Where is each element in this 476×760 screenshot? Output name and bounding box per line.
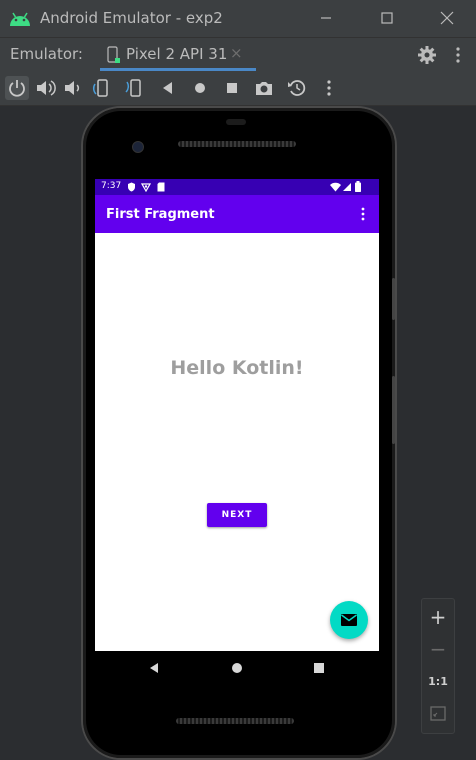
- device-icon: [107, 46, 120, 63]
- minimize-icon[interactable]: [313, 6, 339, 30]
- phone-screen[interactable]: 7:37 First Fragment Hello Kotlin! NEXT: [95, 179, 379, 651]
- gear-icon[interactable]: [416, 44, 438, 66]
- camera-icon[interactable]: [252, 76, 276, 100]
- back-icon[interactable]: [156, 76, 180, 100]
- app-bar: First Fragment: [95, 195, 379, 233]
- nav-back-icon[interactable]: [147, 661, 161, 675]
- email-fab[interactable]: [330, 601, 368, 639]
- overview-icon[interactable]: [220, 76, 244, 100]
- rotate-left-icon[interactable]: [90, 76, 114, 100]
- sensor: [226, 119, 246, 125]
- battery-icon: [355, 181, 361, 192]
- status-bar: 7:37: [95, 179, 379, 195]
- maximize-icon[interactable]: [374, 6, 400, 30]
- shield-icon: [128, 182, 135, 192]
- zoom-fit-button[interactable]: [422, 699, 454, 729]
- status-time: 7:37: [101, 181, 122, 191]
- more-vertical-icon[interactable]: [450, 44, 466, 66]
- zoom-out-button[interactable]: −: [422, 635, 454, 665]
- zoom-one-to-one-button[interactable]: 1:1: [422, 667, 454, 697]
- tab-close-icon[interactable]: ×: [230, 44, 243, 62]
- power-side-button: [392, 278, 395, 320]
- power-icon[interactable]: [5, 76, 29, 100]
- top-speaker: [178, 141, 296, 147]
- tab-pixel-2-api-31[interactable]: Pixel 2 API 31 ×: [100, 38, 256, 71]
- app-bar-title: First Fragment: [106, 207, 215, 222]
- toolbar-more-icon[interactable]: [317, 76, 341, 100]
- snapshot-icon[interactable]: [285, 76, 309, 100]
- fragment-content: Hello Kotlin! NEXT: [95, 233, 379, 651]
- emulator-toolbar: [0, 71, 476, 106]
- nav-overview-icon[interactable]: [312, 661, 326, 675]
- zoom-panel: + − 1:1: [421, 598, 455, 734]
- nav-home-icon[interactable]: [230, 661, 244, 675]
- home-icon[interactable]: [188, 76, 212, 100]
- volume-down-icon[interactable]: [60, 76, 84, 100]
- tab-label: Pixel 2 API 31: [126, 45, 228, 63]
- signal-icon: [343, 183, 351, 191]
- android-icon: [10, 12, 30, 26]
- email-icon: [341, 614, 357, 626]
- next-button[interactable]: NEXT: [207, 503, 267, 527]
- navigation-bar: [95, 651, 379, 685]
- rotate-right-icon[interactable]: [122, 76, 146, 100]
- bottom-speaker: [176, 718, 294, 724]
- wifi-icon: [330, 182, 341, 192]
- fit-screen-icon: [430, 706, 446, 721]
- emulator-tab-bar: Emulator: Pixel 2 API 31 ×: [0, 37, 476, 71]
- front-camera: [132, 141, 144, 153]
- volume-up-icon[interactable]: [33, 76, 57, 100]
- window-title-bar: Android Emulator - exp2: [0, 0, 476, 37]
- sd-card-icon: [157, 182, 165, 192]
- window-title: Android Emulator - exp2: [40, 9, 223, 27]
- volume-side-button: [392, 376, 395, 444]
- close-icon[interactable]: [434, 6, 460, 30]
- play-protect-icon: [141, 183, 151, 192]
- hello-text: Hello Kotlin!: [170, 357, 304, 379]
- overflow-menu-icon[interactable]: [357, 207, 369, 221]
- zoom-in-button[interactable]: +: [422, 603, 454, 633]
- emulator-label: Emulator:: [10, 45, 83, 63]
